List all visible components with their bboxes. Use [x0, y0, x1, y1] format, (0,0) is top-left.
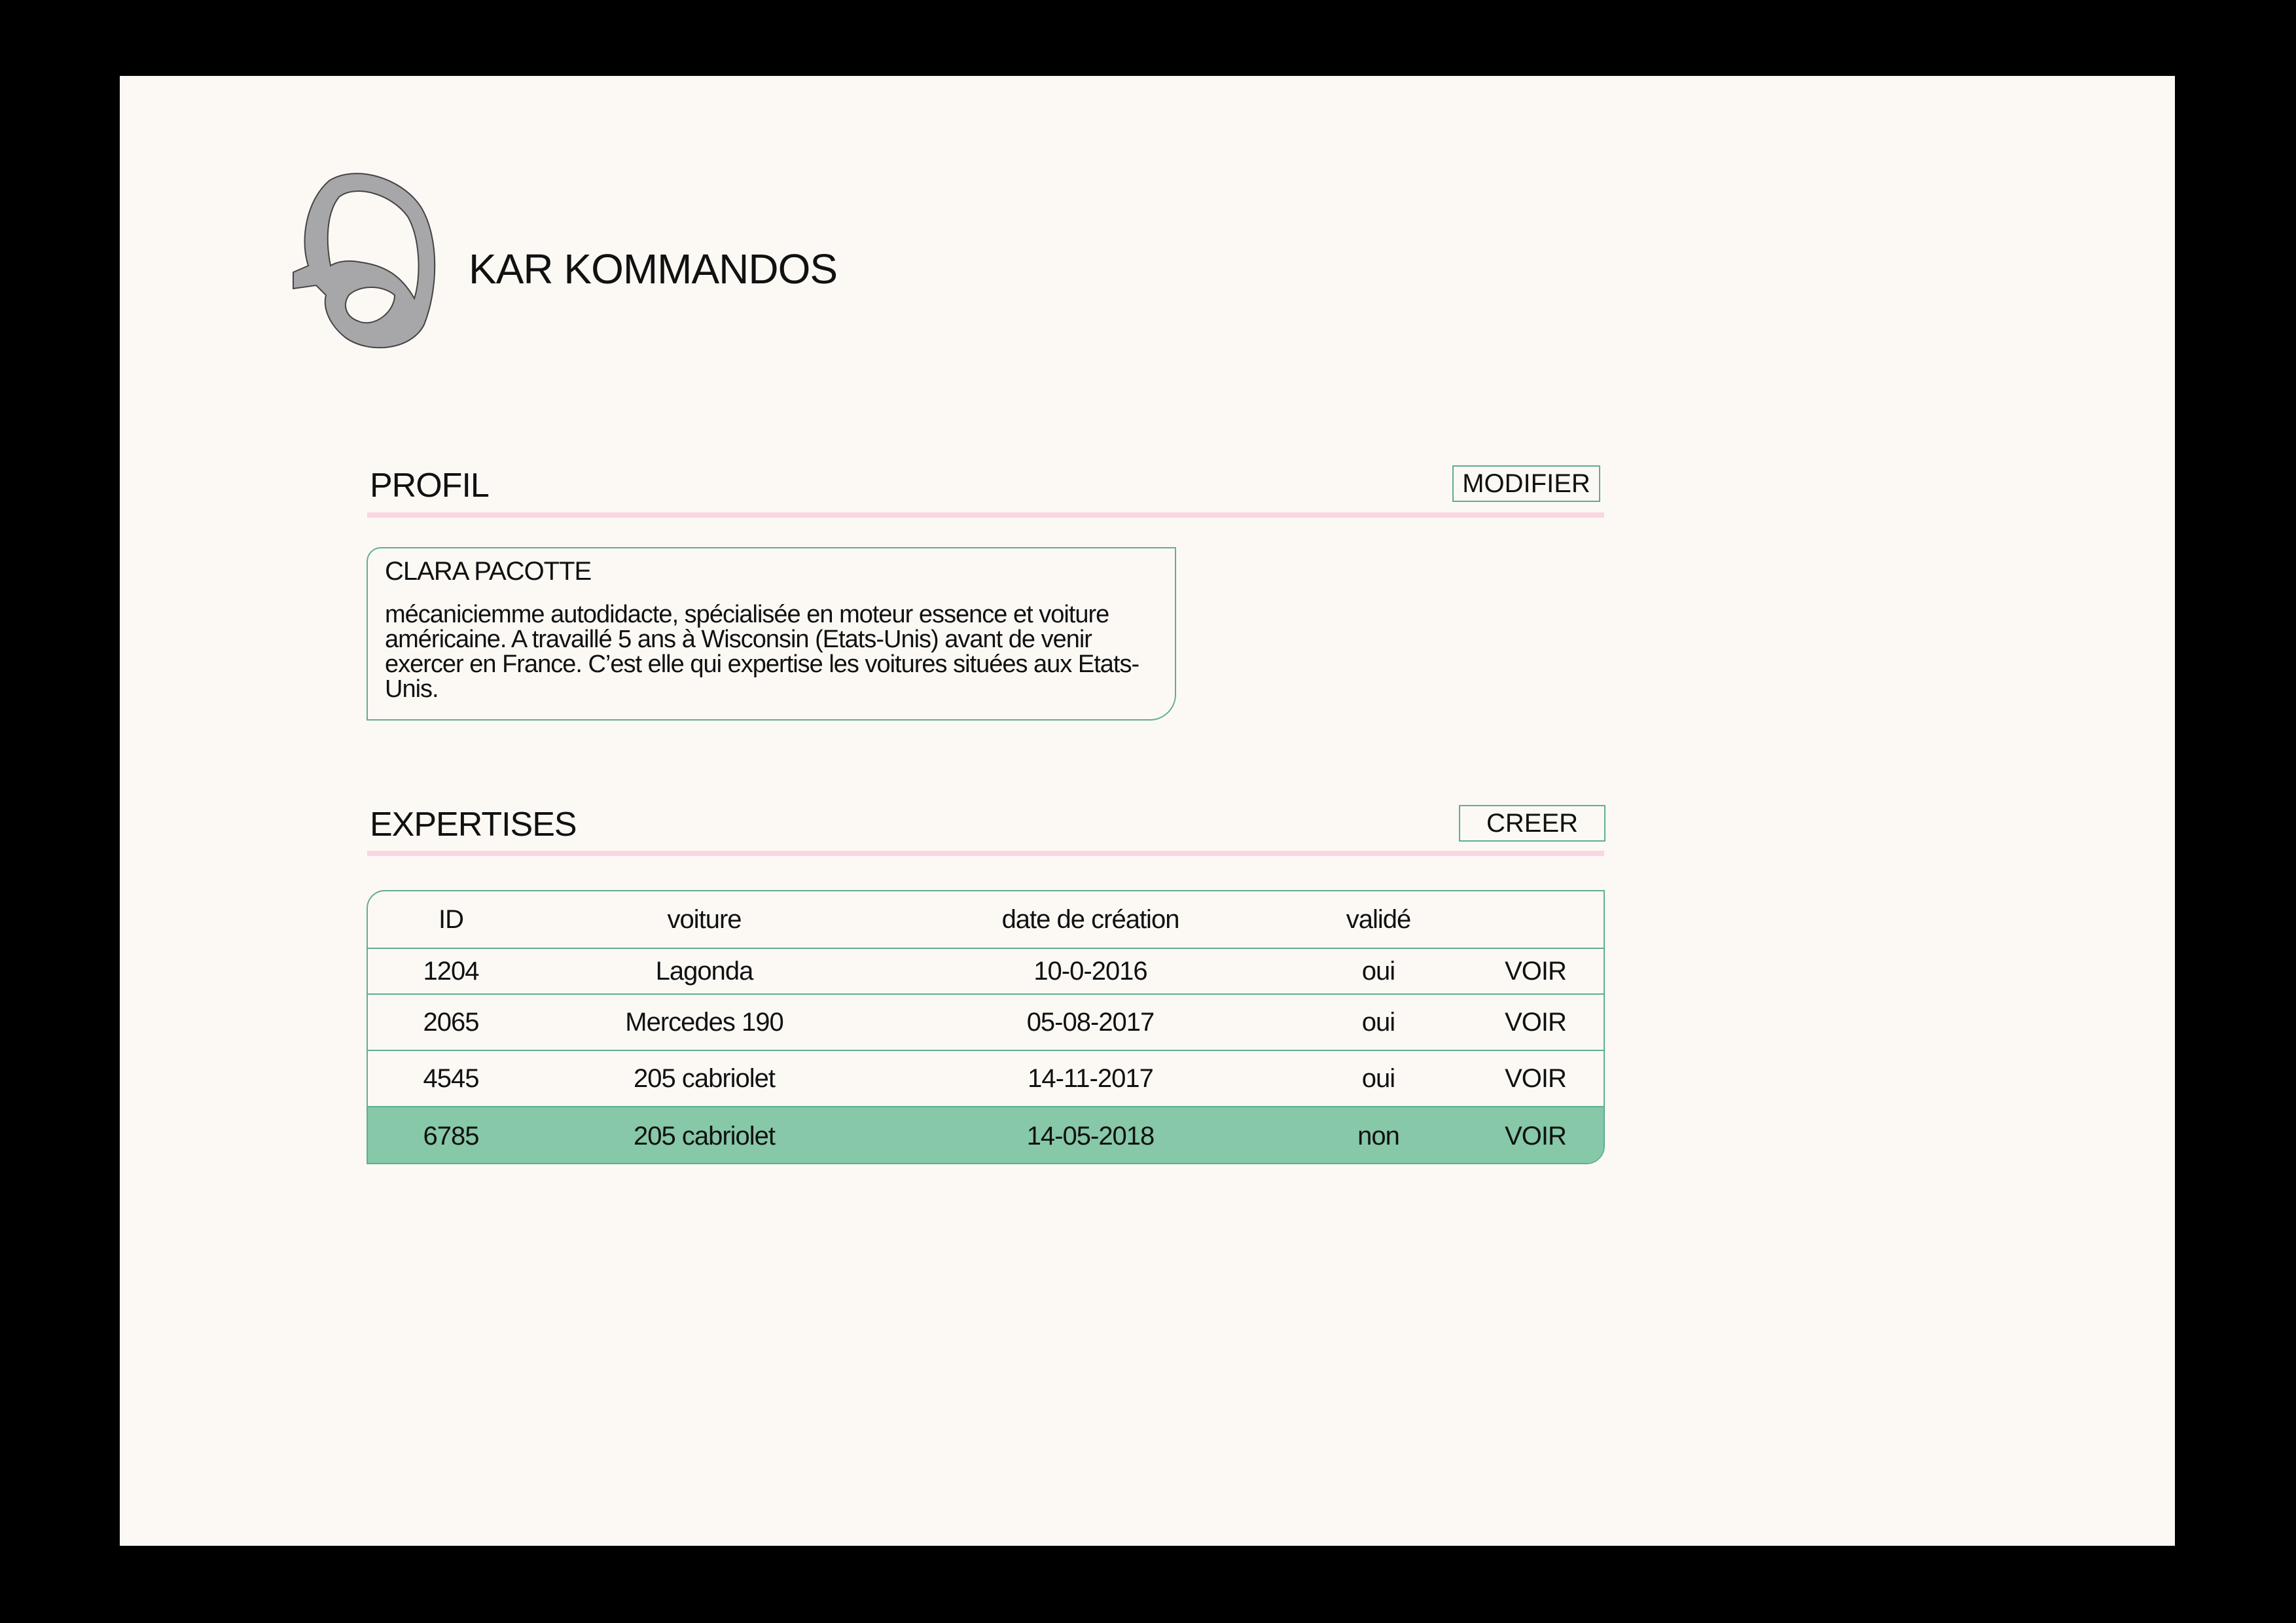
cell-date: 14-05-2018: [1026, 1122, 1155, 1150]
cell-date: 05-08-2017: [1026, 1007, 1155, 1037]
expertises-section-title: EXPERTISES: [370, 806, 577, 844]
cell-date: 14-11-2017: [1028, 1063, 1154, 1093]
cell-car: Lagonda: [655, 956, 754, 986]
cell-id: 2065: [423, 1007, 480, 1037]
profile-section-title: PROFIL: [370, 467, 490, 505]
cell-car: 205 cabriolet: [633, 1122, 776, 1150]
table-header-row: ID voiture date de création validé: [368, 891, 1604, 949]
steering-wheel-icon: [293, 173, 436, 349]
column-header-action: [1470, 891, 1601, 948]
column-header-date: date de création: [1001, 904, 1180, 934]
expertises-section-divider: [367, 851, 1604, 856]
profile-bio: mécaniciemme autodidacte, spécialisée en…: [385, 601, 1139, 703]
cell-id: 6785: [423, 1122, 480, 1150]
cell-car: Mercedes 190: [625, 1007, 783, 1037]
profile-section-divider: [367, 512, 1604, 518]
app-title: KAR KOMMANDOS: [469, 245, 838, 293]
profile-card: CLARA PACOTTE mécaniciemme autodidacte, …: [367, 547, 1176, 721]
cell-date: 10-0-2016: [1033, 956, 1147, 986]
create-expertise-button[interactable]: CREER: [1459, 805, 1605, 842]
edit-profile-button[interactable]: MODIFIER: [1452, 465, 1600, 502]
view-expertise-link[interactable]: VOIR: [1470, 949, 1601, 993]
cell-id: 1204: [423, 956, 480, 986]
column-header-car: voiture: [667, 904, 742, 934]
table-row: 4545 205 cabriolet 14-11-2017 oui VOIR: [368, 1051, 1604, 1107]
profile-name: CLARA PACOTTE: [385, 557, 592, 586]
view-expertise-link[interactable]: VOIR: [1470, 1051, 1601, 1106]
table-row: 1204 Lagonda 10-0-2016 oui VOIR: [368, 949, 1604, 995]
view-expertise-link[interactable]: VOIR: [1470, 1107, 1601, 1163]
page: KAR KOMMANDOS PROFIL MODIFIER CLARA PACO…: [120, 76, 2175, 1546]
view-expertise-link[interactable]: VOIR: [1470, 995, 1601, 1050]
table-row-selected[interactable]: 6785 205 cabriolet 14-05-2018 non VOIR: [368, 1107, 1604, 1163]
column-header-id: ID: [439, 904, 464, 934]
expertises-table: ID voiture date de création validé 1204 …: [367, 890, 1605, 1164]
table-row: 2065 Mercedes 190 05-08-2017 oui VOIR: [368, 995, 1604, 1051]
cell-car: 205 cabriolet: [633, 1063, 776, 1093]
cell-id: 4545: [423, 1063, 480, 1093]
